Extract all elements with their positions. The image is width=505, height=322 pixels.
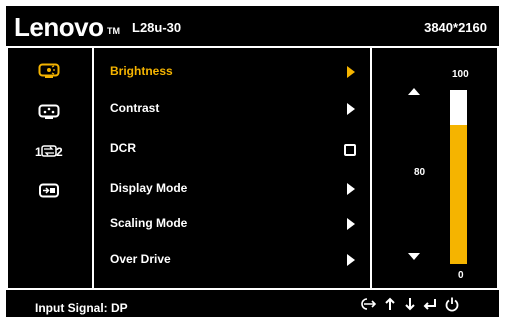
enter-icon[interactable] [422,296,438,312]
brightness-gauge: 100 80 0 [372,46,499,290]
svg-text:2: 2 [56,145,63,159]
svg-text:1: 1 [35,145,42,159]
input-signal-icon[interactable]: 1 2 [34,142,64,160]
over-drive-arrow-icon [347,254,355,266]
up-arrow-icon[interactable] [382,296,398,312]
contrast-arrow-icon [347,103,355,115]
sidebar: 1 2 [6,46,92,290]
display-mode-arrow-icon [347,183,355,195]
decrease-triangle-icon[interactable] [408,253,420,260]
gauge-bar[interactable] [450,90,467,264]
monitor-osd: Lenovo TM L28u-30 3840*2160 1 2 Brightne… [6,6,499,317]
model-name: L28u-30 [132,20,182,35]
resolution-readout: 3840*2160 [424,20,487,35]
osd-header: Lenovo TM L28u-30 3840*2160 [6,6,499,46]
menu-item-display-mode[interactable]: Display Mode [110,181,187,195]
image-properties-icon[interactable] [37,103,61,121]
dcr-checkbox[interactable] [344,144,356,156]
advanced-settings-icon[interactable] [37,182,61,200]
menu-item-scaling-mode[interactable]: Scaling Mode [110,216,187,230]
input-switch-icon[interactable] [361,296,377,312]
down-arrow-icon[interactable] [402,296,418,312]
input-signal-status: Input Signal: DP [35,301,128,315]
gauge-min-label: 0 [458,270,464,281]
brightness-arrow-icon [347,66,355,78]
brand-logo: Lenovo [14,12,104,42]
menu-item-dcr[interactable]: DCR [110,141,136,155]
gauge-current-value: 80 [414,167,426,178]
picture-settings-icon[interactable] [37,62,61,80]
scaling-mode-arrow-icon [347,218,355,230]
trademark-mark: TM [107,26,120,36]
gauge-max-label: 100 [452,69,469,80]
power-icon[interactable] [444,296,460,312]
menu-item-brightness[interactable]: Brightness [110,64,173,78]
osd-footer: Input Signal: DP [6,290,499,317]
menu-list: Brightness Contrast DCR Display Mode Sca… [92,46,372,290]
gauge-bar-fill [450,124,467,264]
increase-triangle-icon[interactable] [408,88,420,95]
menu-item-contrast[interactable]: Contrast [110,101,159,115]
menu-item-over-drive[interactable]: Over Drive [110,252,171,266]
